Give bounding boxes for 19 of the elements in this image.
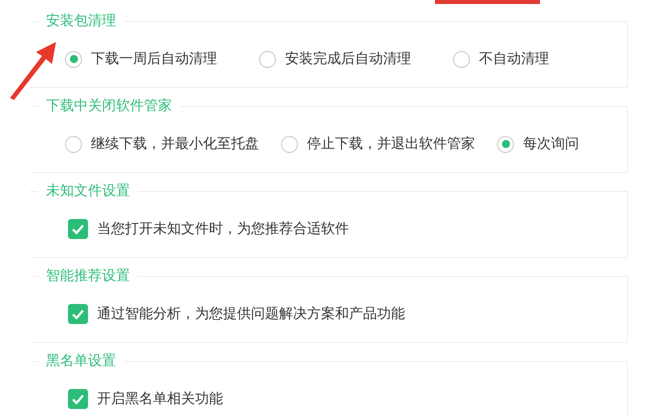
arrow-icon: [8, 40, 58, 100]
radio-button[interactable]: [281, 136, 298, 152]
option-label: 安装完成后自动清理: [285, 50, 411, 68]
option-label: 停止下载，并退出软件管家: [307, 135, 475, 153]
radio-button[interactable]: [497, 136, 514, 152]
checkbox[interactable]: [68, 389, 88, 409]
option-label: 每次询问: [523, 135, 579, 153]
option-label: 继续下载，并最小化至托盘: [91, 135, 259, 153]
option-label: 下载一周后自动清理: [91, 50, 217, 68]
option-label: 不自动清理: [479, 50, 549, 68]
checkbox[interactable]: [68, 219, 88, 239]
option-label: 开启黑名单相关功能: [97, 390, 223, 408]
option-label: 当您打开未知文件时，为您推荐合适软件: [97, 220, 349, 238]
radio-button[interactable]: [453, 50, 470, 68]
option-label: 通过智能分析，为您提供问题解决方案和产品功能: [97, 305, 405, 323]
radio-button[interactable]: [65, 136, 82, 152]
radio-button[interactable]: [259, 50, 276, 68]
radio-button[interactable]: [65, 50, 82, 68]
checkbox[interactable]: [68, 304, 88, 324]
